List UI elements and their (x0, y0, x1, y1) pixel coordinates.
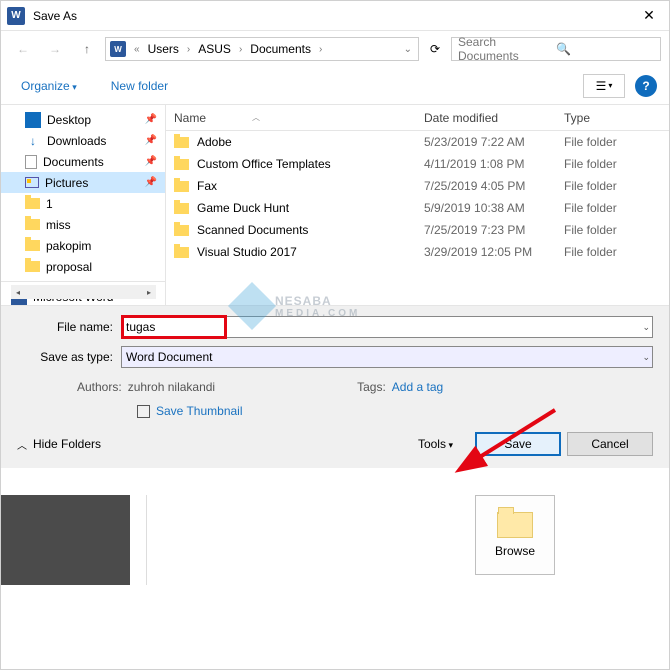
word-icon: W (110, 41, 126, 57)
new-folder-button[interactable]: New folder (103, 75, 176, 97)
chevron-up-icon: ︿ (17, 437, 27, 452)
folder-open-icon (497, 512, 533, 538)
file-list: Name︿ Date modified Type Adobe5/23/2019 … (166, 105, 669, 305)
breadcrumb-segment[interactable]: ASUS (194, 42, 235, 56)
file-list-header[interactable]: Name︿ Date modified Type (166, 105, 669, 131)
main-area: Desktop📌 Downloads📌 Documents📌 Pictures📌… (1, 105, 669, 305)
file-row[interactable]: Visual Studio 20173/29/2019 12:05 PMFile… (166, 241, 669, 263)
file-row[interactable]: Fax7/25/2019 4:05 PMFile folder (166, 175, 669, 197)
cancel-button[interactable]: Cancel (567, 432, 653, 456)
document-icon (25, 155, 37, 169)
chevron-right-icon: › (185, 44, 192, 55)
breadcrumb-segment[interactable]: Users (144, 42, 183, 56)
chevron-right-icon: « (132, 44, 142, 55)
saveastype-label: Save as type: (17, 350, 121, 364)
tree-item-folder[interactable]: proposal (1, 256, 165, 277)
desktop-icon (25, 112, 41, 128)
tree-item-folder[interactable]: 1 (1, 193, 165, 214)
toolbar: Organize New folder ☰▾ ? (1, 67, 669, 105)
browse-card[interactable]: Browse (475, 495, 555, 575)
folder-icon (25, 240, 40, 251)
pin-icon: 📌 (145, 114, 157, 125)
tree-item-folder[interactable]: miss (1, 214, 165, 235)
chevron-down-icon[interactable]: ⌄ (642, 322, 650, 333)
saveastype-select[interactable]: Word Document ⌄ (121, 346, 653, 368)
folder-icon (25, 198, 40, 209)
tags-label: Tags: (357, 380, 386, 394)
download-icon (25, 133, 41, 149)
organize-menu[interactable]: Organize (13, 75, 85, 97)
authors-label: Authors: (77, 380, 122, 394)
view-options-button[interactable]: ☰▾ (583, 74, 625, 98)
hide-folders-toggle[interactable]: ︿ Hide Folders (17, 437, 101, 452)
folder-icon (25, 261, 40, 272)
background-app-strip (130, 495, 147, 585)
back-button[interactable]: ← (9, 37, 37, 61)
tree-item-documents[interactable]: Documents📌 (1, 151, 165, 172)
refresh-button[interactable]: ⟳ (423, 37, 447, 61)
help-button[interactable]: ? (635, 75, 657, 97)
folder-icon (174, 225, 189, 236)
navigation-tree: Desktop📌 Downloads📌 Documents📌 Pictures📌… (1, 105, 166, 305)
folder-icon (174, 159, 189, 170)
file-row[interactable]: Custom Office Templates4/11/2019 1:08 PM… (166, 153, 669, 175)
folder-icon (25, 219, 40, 230)
forward-button[interactable]: → (41, 37, 69, 61)
chevron-right-icon: › (237, 44, 244, 55)
authors-value[interactable]: zuhroh nilakandi (128, 380, 215, 394)
tree-item-pictures[interactable]: Pictures📌 (1, 172, 165, 193)
browse-label: Browse (495, 544, 535, 558)
tags-value[interactable]: Add a tag (392, 380, 443, 394)
breadcrumb-segment[interactable]: Documents (246, 42, 315, 56)
file-row[interactable]: Game Duck Hunt5/9/2019 10:38 AMFile fold… (166, 197, 669, 219)
search-input[interactable]: Search Documents 🔍 (451, 37, 661, 61)
tools-menu[interactable]: Tools (418, 437, 453, 451)
save-button[interactable]: Save (475, 432, 561, 456)
breadcrumb[interactable]: W « Users › ASUS › Documents › ⌄ (105, 37, 419, 61)
pin-icon: 📌 (145, 135, 157, 146)
tree-item-desktop[interactable]: Desktop📌 (1, 109, 165, 130)
background-app-strip (1, 495, 130, 585)
pin-icon: 📌 (145, 177, 157, 188)
chevron-down-icon[interactable]: ⌄ (402, 44, 414, 55)
search-placeholder: Search Documents (458, 35, 556, 63)
filename-label: File name: (17, 320, 121, 334)
search-icon: 🔍 (556, 42, 654, 56)
dialog-title: Save As (33, 9, 629, 23)
close-button[interactable]: ✕ (629, 1, 669, 31)
tree-scrollbar[interactable]: ◂▸ (11, 285, 156, 299)
tree-item-folder[interactable]: pakopim (1, 235, 165, 256)
sort-asc-icon: ︿ (252, 112, 260, 123)
folder-icon (174, 247, 189, 258)
filename-input[interactable]: tugas ⌄ (121, 316, 653, 338)
folder-icon (174, 203, 189, 214)
folder-icon (174, 137, 189, 148)
picture-icon (25, 177, 39, 188)
pin-icon: 📌 (145, 156, 157, 167)
navigation-bar: ← → ↑ W « Users › ASUS › Documents › ⌄ ⟳… (1, 31, 669, 67)
chevron-down-icon[interactable]: ⌄ (642, 352, 650, 363)
up-button[interactable]: ↑ (73, 37, 101, 61)
folder-icon (174, 181, 189, 192)
tree-item-downloads[interactable]: Downloads📌 (1, 130, 165, 151)
bottom-panel: File name: tugas ⌄ Save as type: Word Do… (1, 305, 669, 468)
chevron-right-icon: › (317, 44, 324, 55)
save-thumbnail-checkbox[interactable] (137, 405, 150, 418)
file-row[interactable]: Scanned Documents7/25/2019 7:23 PMFile f… (166, 219, 669, 241)
word-icon: W (7, 7, 25, 25)
save-thumbnail-label: Save Thumbnail (156, 404, 243, 418)
list-icon: ☰ (596, 79, 607, 93)
file-row[interactable]: Adobe5/23/2019 7:22 AMFile folder (166, 131, 669, 153)
titlebar: W Save As ✕ (1, 1, 669, 31)
